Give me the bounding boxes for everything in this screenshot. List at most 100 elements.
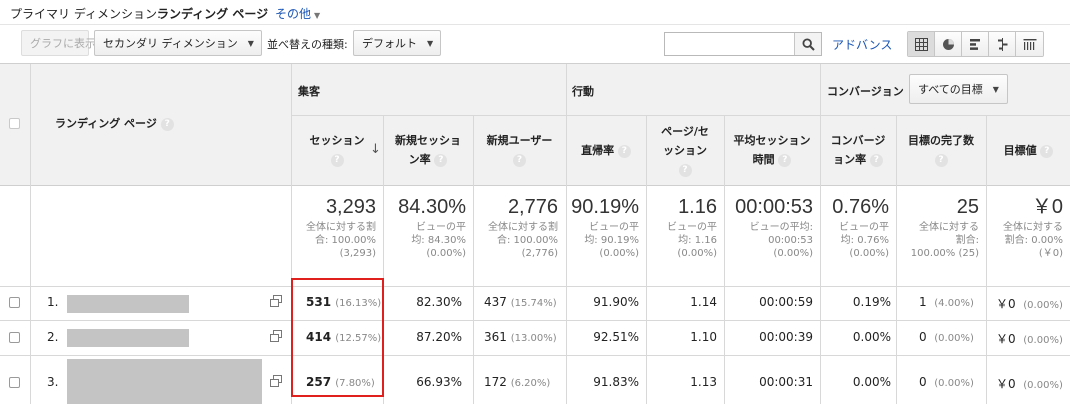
- total-new-users: 2,776 全体に対する割 合: 100.00% (2,776): [488, 196, 558, 259]
- primary-dimension-label: プライマリ ディメンション:: [10, 7, 162, 21]
- help-icon: ?: [934, 153, 948, 167]
- row-new-session-rate: 66.93%: [416, 375, 462, 389]
- search-input[interactable]: [665, 33, 795, 55]
- select-all-checkbox[interactable]: [9, 118, 20, 129]
- total-bounce-rate: 90.19% ビューの平 均: 90.19% (0.00%): [571, 196, 639, 259]
- row-goal-value: ￥0 (0.00%): [996, 332, 1063, 346]
- row-index: 1.: [47, 295, 59, 309]
- advanced-filter-link[interactable]: アドバンス: [832, 36, 892, 53]
- term-cloud-icon: [1023, 38, 1036, 50]
- open-page-icon[interactable]: [270, 295, 282, 307]
- row-avg-session-duration: 00:00:39: [759, 330, 813, 344]
- bounce-rate-column-header[interactable]: 直帰率 ?: [567, 141, 645, 160]
- performance-icon: [969, 38, 980, 50]
- row-new-session-rate: 82.30%: [416, 295, 462, 309]
- help-icon: ?: [617, 144, 631, 158]
- help-icon: ?: [869, 153, 883, 167]
- row-new-users: 172 (6.20%): [484, 375, 551, 389]
- sort-type-label: 並べ替えの種類:: [267, 38, 348, 51]
- table-view-button[interactable]: [908, 32, 935, 56]
- open-page-icon[interactable]: [270, 375, 282, 387]
- goal-value-column-header[interactable]: 目標値 ?: [987, 141, 1070, 160]
- conversion-rate-column-header[interactable]: コンバージ ョン率 ?: [821, 131, 895, 169]
- total-avg-session-duration: 00:00:53 ビューの平均: 00:00:53 (0.00%): [735, 196, 813, 259]
- chevron-down-icon: ▼: [427, 38, 434, 48]
- help-icon: ?: [1040, 144, 1054, 158]
- secondary-dimension-dropdown[interactable]: セカンダリ ディメンション ▼: [94, 30, 262, 56]
- row-checkbox[interactable]: [9, 377, 20, 388]
- view-toggle-group: [907, 31, 1044, 57]
- row-checkbox[interactable]: [9, 332, 20, 343]
- avg-session-duration-column-header[interactable]: 平均セッション 時間 ?: [725, 131, 819, 169]
- new-session-rate-column-header[interactable]: 新規セッショ ン率 ?: [384, 131, 472, 169]
- goal-select-dropdown[interactable]: すべての目標 ▼: [909, 74, 1008, 104]
- performance-view-button[interactable]: [962, 32, 989, 56]
- data-table: ランディング ページ ? 集客 行動 コンバージョン すべての目標 ▼ セッション…: [0, 63, 1070, 404]
- help-icon: ?: [513, 153, 526, 167]
- row-index: 2.: [47, 330, 59, 344]
- search-button[interactable]: [794, 33, 821, 55]
- redacted-landing-page[interactable]: [67, 329, 189, 347]
- redacted-landing-page[interactable]: [67, 295, 189, 313]
- new-users-column-header[interactable]: 新規ユーザー ?: [474, 131, 565, 169]
- pie-icon: [942, 38, 954, 50]
- chevron-down-icon: ▼: [992, 84, 999, 94]
- row-conversion-rate: 0.19%: [852, 295, 891, 309]
- row-bounce-rate: 91.90%: [593, 295, 639, 309]
- total-sessions: 3,293 全体に対する割 合: 100.00% (3,293): [306, 196, 376, 259]
- row-pages-per-session: 1.13: [690, 375, 717, 389]
- row-goal-completions: 0 (0.00%): [919, 330, 974, 344]
- total-new-session-rate: 84.30% ビューの平 均: 84.30% (0.00%): [398, 196, 466, 259]
- row-bounce-rate: 91.83%: [593, 375, 639, 389]
- chevron-down-icon: ▼: [247, 38, 254, 48]
- row-index: 3.: [47, 375, 59, 389]
- row-bounce-rate: 92.51%: [593, 330, 639, 344]
- help-icon: ?: [678, 163, 692, 177]
- term-cloud-view-button[interactable]: [1016, 32, 1043, 56]
- conversion-group-header: コンバージョン: [827, 85, 904, 98]
- row-pages-per-session: 1.10: [690, 330, 717, 344]
- help-icon: ?: [778, 153, 792, 167]
- goal-completions-column-header[interactable]: 目標の完了数 ?: [897, 131, 985, 169]
- help-icon: ?: [330, 153, 344, 167]
- comparison-icon: [997, 37, 1007, 51]
- acquisition-group-header: 集客: [298, 85, 320, 98]
- total-goal-completions: 25 全体に対する 割合: 100.00% (25): [910, 196, 979, 259]
- redacted-landing-page[interactable]: [67, 359, 262, 404]
- row-avg-session-duration: 00:00:59: [759, 295, 813, 309]
- behavior-group-header: 行動: [572, 85, 594, 98]
- help-icon: ?: [434, 153, 448, 167]
- row-conversion-rate: 0.00%: [852, 330, 891, 344]
- total-conversion-rate: 0.76% ビューの平 均: 0.76% (0.00%): [832, 196, 889, 259]
- table-search: [664, 32, 822, 56]
- sessions-highlight-box: [291, 278, 384, 397]
- table-icon: [914, 37, 928, 51]
- row-goal-value: ￥0 (0.00%): [996, 297, 1063, 311]
- pie-view-button[interactable]: [935, 32, 962, 56]
- sort-type-dropdown[interactable]: デフォルト ▼: [353, 30, 441, 56]
- total-pages-per-session: 1.16 ビューの平 均: 1.16 (0.00%): [667, 196, 717, 259]
- row-goal-completions: 1 (4.00%): [919, 295, 974, 309]
- sessions-column-header[interactable]: セッション ? ↓: [292, 131, 382, 169]
- row-checkbox[interactable]: [9, 297, 20, 308]
- landing-page-header[interactable]: ランディング ページ ?: [55, 114, 174, 133]
- pages-per-session-column-header[interactable]: ページ/セ ッション ?: [647, 122, 723, 179]
- plot-rows-button[interactable]: グラフに表示: [21, 30, 96, 56]
- chevron-down-icon: ▼: [314, 11, 321, 20]
- sort-descending-icon: ↓: [370, 142, 381, 157]
- row-pages-per-session: 1.14: [690, 295, 717, 309]
- row-goal-completions: 0 (0.00%): [919, 375, 974, 389]
- dimension-bar: プライマリ ディメンション: ランディング ページ その他 ▼: [0, 0, 1070, 25]
- row-new-users: 437 (15.74%): [484, 295, 557, 309]
- open-page-icon[interactable]: [270, 330, 282, 342]
- help-icon: ?: [160, 117, 174, 131]
- comparison-view-button[interactable]: [989, 32, 1016, 56]
- row-new-users: 361 (13.00%): [484, 330, 557, 344]
- row-goal-value: ￥0 (0.00%): [996, 377, 1063, 391]
- total-goal-value: ￥0 全体に対する 割合: 0.00% (￥0): [1003, 196, 1063, 259]
- search-icon: [801, 37, 815, 51]
- row-avg-session-duration: 00:00:31: [759, 375, 813, 389]
- primary-dimension-value: ランディング ページ: [157, 7, 269, 21]
- other-dimension-link[interactable]: その他 ▼: [275, 5, 320, 22]
- row-conversion-rate: 0.00%: [852, 375, 891, 389]
